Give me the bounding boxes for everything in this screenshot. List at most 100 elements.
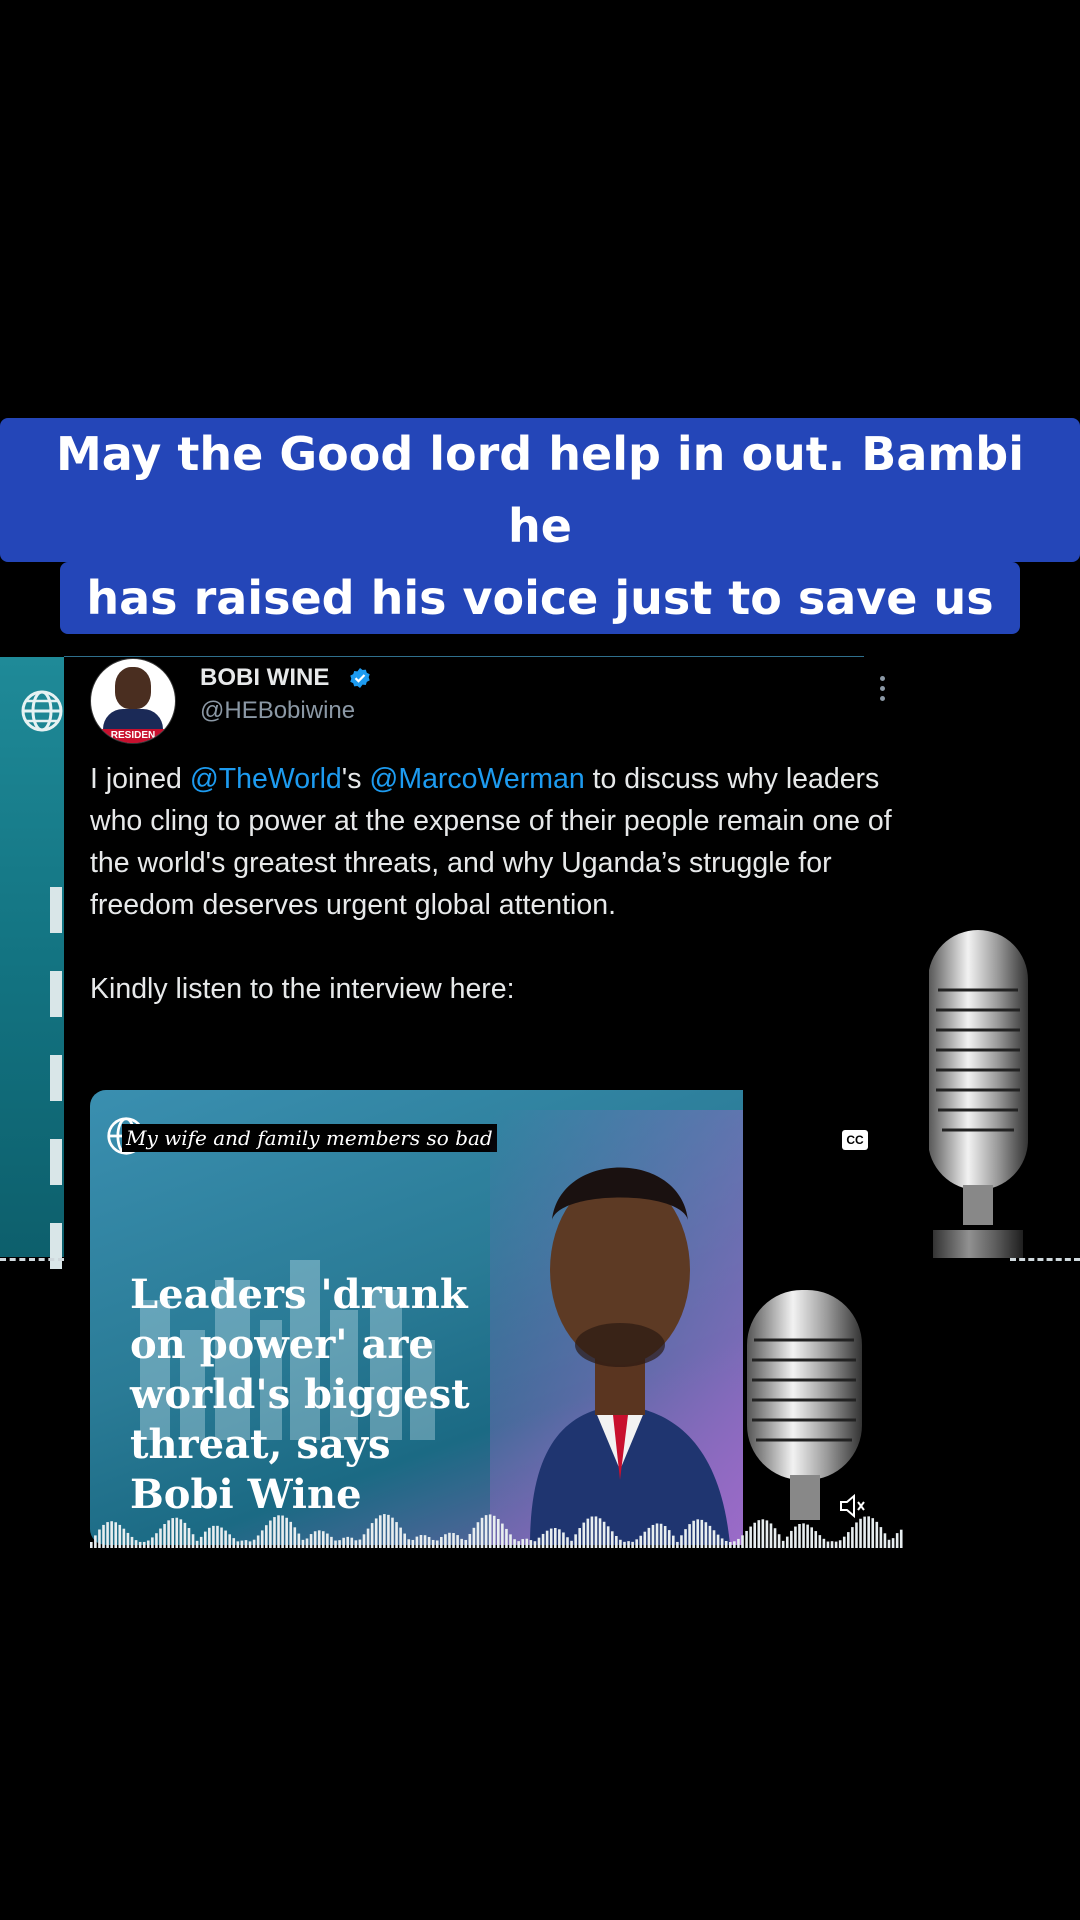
equalizer-bar xyxy=(582,1522,586,1548)
equalizer-bar xyxy=(171,1518,174,1548)
equalizer-bar xyxy=(191,1534,195,1548)
equalizer-bar xyxy=(195,1540,199,1548)
equalizer-bar xyxy=(810,1527,813,1548)
equalizer-bar xyxy=(822,1538,826,1548)
equalizer-bar xyxy=(794,1526,797,1548)
equalizer-bar xyxy=(570,1540,573,1548)
equalizer-bar xyxy=(749,1526,752,1548)
equalizer-bar xyxy=(362,1534,366,1548)
equalizer-bar xyxy=(102,1524,105,1548)
equalizer-bar xyxy=(505,1528,508,1548)
equalizer-bar xyxy=(464,1539,468,1548)
equalizer-bar xyxy=(574,1534,577,1548)
equalizer-bar xyxy=(399,1527,402,1548)
equalizer-bar xyxy=(883,1533,887,1548)
equalizer-bar xyxy=(826,1541,830,1548)
equalizer-bar xyxy=(118,1524,122,1548)
equalizer-bar xyxy=(525,1538,529,1548)
equalizer-bar xyxy=(692,1520,695,1548)
tweet-paragraph-2: Kindly listen to the interview here: xyxy=(90,973,515,1005)
equalizer-bar xyxy=(427,1536,431,1548)
equalizer-bar xyxy=(403,1533,406,1548)
equalizer-bar xyxy=(680,1535,683,1548)
more-options-icon[interactable] xyxy=(880,676,888,706)
equalizer-bar xyxy=(106,1522,109,1548)
equalizer-bar xyxy=(529,1540,533,1548)
equalizer-bar xyxy=(142,1541,146,1548)
equalizer-bar xyxy=(452,1533,455,1548)
equalizer-bar xyxy=(578,1528,581,1548)
equalizer-bar xyxy=(391,1517,394,1548)
author-name[interactable]: BOBI WINE xyxy=(200,664,329,692)
equalizer-bar xyxy=(688,1524,691,1548)
caption-line-1: May the Good lord help in out. Bambi he xyxy=(0,418,1080,562)
equalizer-bar xyxy=(256,1535,260,1548)
equalizer-bar xyxy=(456,1535,459,1548)
equalizer-bar xyxy=(130,1536,134,1548)
equalizer-bar xyxy=(476,1522,480,1548)
equalizer-bar xyxy=(521,1539,525,1548)
equalizer-bar xyxy=(757,1520,761,1548)
equalizer-bar xyxy=(187,1528,191,1548)
equalizer-bar xyxy=(619,1539,622,1548)
equalizer-bar xyxy=(138,1541,142,1548)
cc-icon[interactable]: CC xyxy=(842,1130,868,1150)
equalizer-bar xyxy=(183,1522,187,1548)
equalizer-bar xyxy=(199,1536,203,1548)
equalizer-bar xyxy=(863,1516,866,1548)
equalizer-bar xyxy=(334,1540,337,1548)
equalizer-bar xyxy=(533,1541,537,1548)
equalizer-bar xyxy=(212,1525,215,1548)
audio-equalizer xyxy=(90,1514,903,1548)
equalizer-bar xyxy=(631,1541,634,1548)
equalizer-bar xyxy=(281,1515,284,1548)
equalizer-bar xyxy=(562,1532,565,1548)
equalizer-bar xyxy=(366,1528,370,1548)
author-handle[interactable]: @HEBobiwine xyxy=(200,697,355,725)
equalizer-bar xyxy=(472,1527,476,1548)
equalizer-bar xyxy=(260,1530,264,1548)
equalizer-bar xyxy=(879,1527,883,1548)
equalizer-bar xyxy=(440,1536,443,1548)
tweet-paragraph-1: I joined @TheWorld's @MarcoWerman to dis… xyxy=(90,763,892,921)
equalizer-bar xyxy=(415,1536,419,1548)
equalizer-bar xyxy=(513,1539,516,1548)
equalizer-bar xyxy=(647,1527,651,1548)
equalizer-bar xyxy=(558,1529,561,1548)
equalizer-bar xyxy=(887,1539,891,1548)
equalizer-bar xyxy=(855,1522,858,1548)
equalizer-bar xyxy=(484,1515,488,1548)
mention-theworld[interactable]: @TheWorld xyxy=(190,763,342,795)
equalizer-bar xyxy=(684,1529,687,1548)
equalizer-bar xyxy=(114,1522,118,1548)
equalizer-bar xyxy=(769,1523,773,1548)
equalizer-bar xyxy=(720,1538,724,1548)
equalizer-bar xyxy=(545,1530,549,1548)
equalizer-bar xyxy=(122,1528,126,1548)
equalizer-bar xyxy=(293,1527,297,1548)
equalizer-bar xyxy=(159,1528,162,1548)
equalizer-bar xyxy=(383,1514,386,1548)
equalizer-bar xyxy=(676,1541,679,1548)
equalizer-bar xyxy=(248,1541,252,1548)
equalizer-bar xyxy=(110,1521,113,1548)
equalizer-bar xyxy=(733,1541,736,1548)
equalizer-bar xyxy=(830,1541,834,1548)
equalizer-bar xyxy=(480,1517,484,1548)
equalizer-bar xyxy=(354,1540,358,1548)
avatar[interactable]: RESIDEN xyxy=(90,658,176,744)
mention-marcowerman[interactable]: @MarcoWerman xyxy=(369,763,584,795)
equalizer-bar xyxy=(651,1524,655,1548)
equalizer-bar xyxy=(374,1518,378,1548)
equalizer-bar xyxy=(492,1515,496,1548)
equalizer-bar xyxy=(700,1519,704,1548)
equalizer-bar xyxy=(785,1536,789,1548)
equalizer-bar xyxy=(899,1529,903,1548)
equalizer-bar xyxy=(761,1519,765,1548)
equalizer-bar xyxy=(606,1526,610,1548)
equalizer-bar xyxy=(126,1532,130,1548)
equalizer-bar xyxy=(867,1516,870,1548)
equalizer-bar xyxy=(667,1530,671,1548)
video-thumbnail[interactable]: My wife and family members so bad Leader… xyxy=(90,1090,743,1545)
equalizer-bar xyxy=(753,1522,757,1548)
